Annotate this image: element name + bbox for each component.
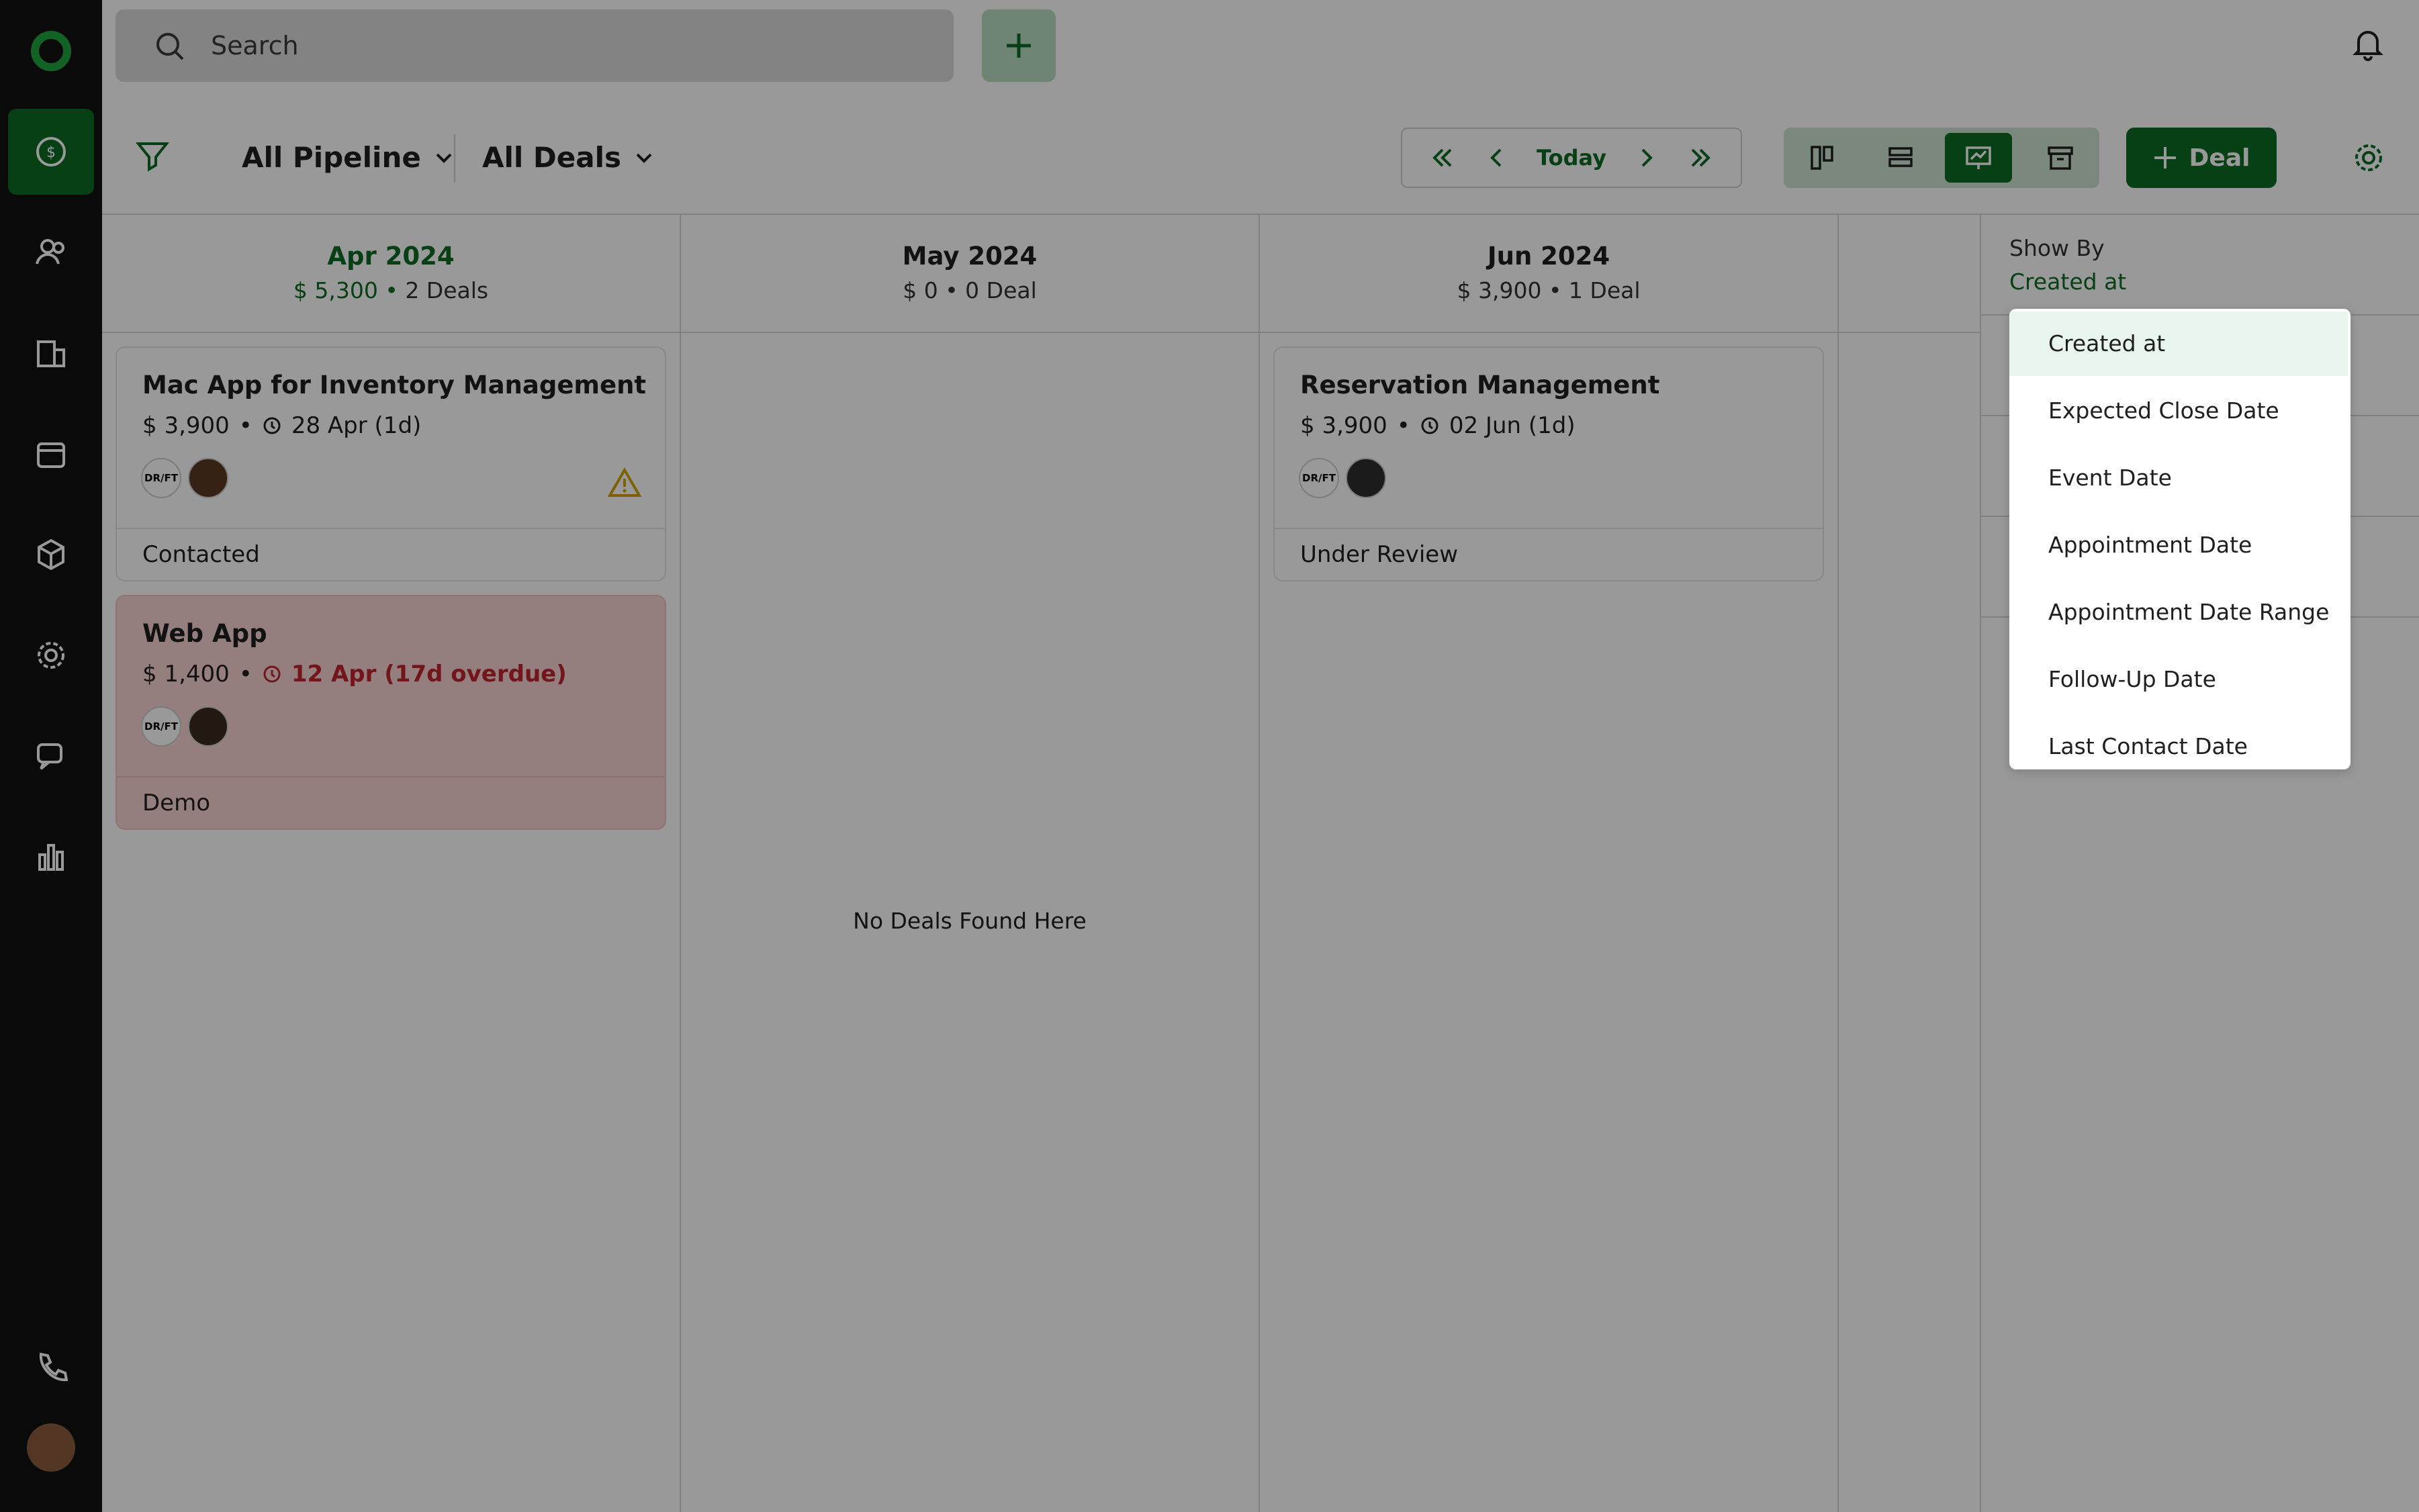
menu-item-appointment-date[interactable]: Appointment Date — [2009, 513, 2348, 577]
menu-item-expected-close-date[interactable]: Expected Close Date — [2009, 379, 2348, 443]
menu-item-appointment-date-range[interactable]: Appointment Date Range — [2009, 580, 2348, 645]
menu-item-last-contact-date[interactable]: Last Contact Date — [2009, 714, 2348, 769]
menu-item-event-date[interactable]: Event Date — [2009, 446, 2348, 510]
menu-item-created-at[interactable]: Created at — [2009, 312, 2348, 376]
show-by-menu: Created at Expected Close Date Event Dat… — [2009, 309, 2350, 769]
menu-item-follow-up-date[interactable]: Follow-Up Date — [2009, 647, 2348, 712]
